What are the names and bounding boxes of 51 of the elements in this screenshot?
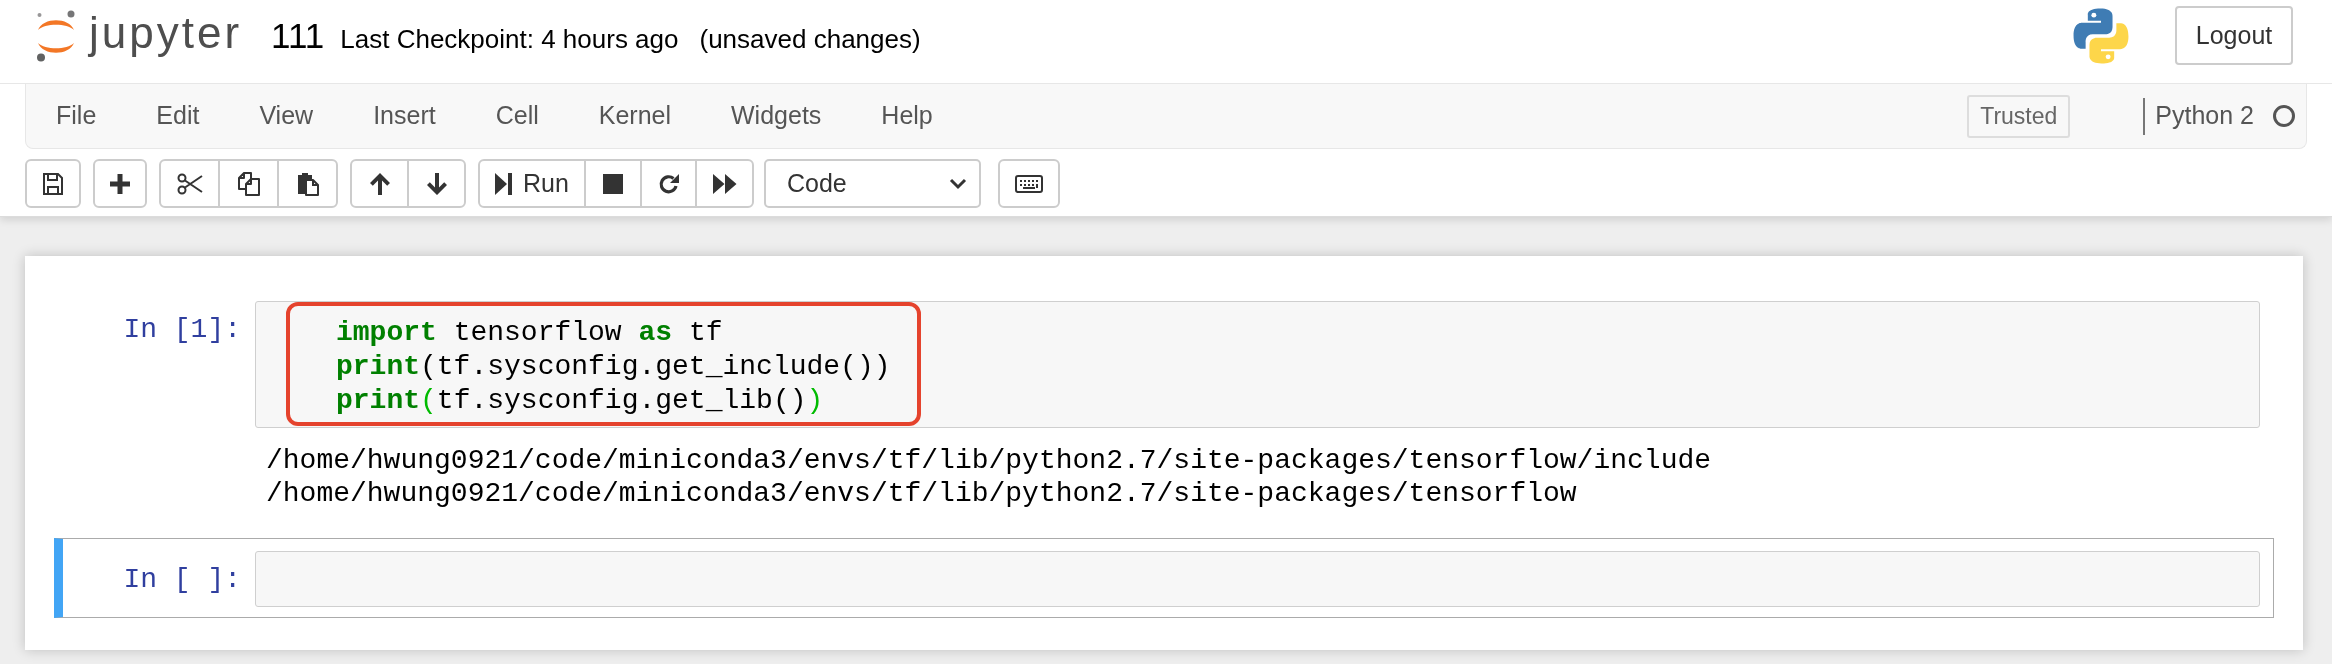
menu-item[interactable]: Insert: [343, 84, 466, 148]
insert-cell-button[interactable]: [93, 159, 147, 208]
menu-item[interactable]: File: [26, 84, 127, 148]
menu-item[interactable]: View: [229, 84, 344, 148]
plus-icon: [110, 173, 130, 194]
trusted-button[interactable]: Trusted: [1967, 94, 2071, 138]
python-logo-icon: [2073, 8, 2129, 64]
run-all-button[interactable]: [695, 159, 754, 208]
logout-button[interactable]: Logout: [2175, 6, 2293, 65]
paste-button[interactable]: [277, 159, 338, 208]
step-forward-icon: [495, 172, 513, 195]
arrow-up-icon: [369, 172, 390, 195]
logo-wordmark: jupyter: [89, 11, 243, 55]
scissors-icon: [176, 172, 203, 195]
menu-item[interactable]: Widgets: [701, 84, 852, 148]
clipboard-icon: [296, 171, 319, 196]
cell-type-select[interactable]: Code: [764, 159, 981, 208]
menu-item[interactable]: Help: [851, 84, 963, 148]
refresh-icon: [657, 172, 680, 195]
copy-icon: [237, 171, 260, 196]
autosave-status: (unsaved changes): [699, 26, 921, 52]
restart-button[interactable]: [640, 159, 697, 208]
checkpoint-status: Last Checkpoint: 4 hours ago: [340, 26, 679, 52]
keyboard-shortcuts-button[interactable]: [998, 159, 1060, 208]
move-down-button[interactable]: [407, 159, 466, 208]
input-prompt: In [ ]:: [123, 564, 241, 595]
run-button[interactable]: Run: [478, 159, 586, 208]
stop-icon: [603, 173, 623, 194]
arrow-down-icon: [426, 172, 447, 195]
code-input-field[interactable]: [255, 551, 2260, 607]
output-text: /home/hwung0921/code/miniconda3/envs/tf/lib/python2.7/site-packages/tensorflow: [266, 477, 1577, 510]
code-line: print(tf.sysconfig.get_include()): [336, 350, 891, 384]
save-button[interactable]: [25, 159, 81, 208]
logo-icon: [35, 10, 77, 62]
menu-item[interactable]: Cell: [465, 84, 569, 148]
menu-item[interactable]: Kernel: [568, 84, 701, 148]
chevron-down-icon: [949, 177, 967, 190]
keyboard-icon: [1015, 174, 1043, 193]
output-text: /home/hwung0921/code/miniconda3/envs/tf/lib/python2.7/site-packages/tensorflow/include: [266, 444, 1712, 477]
code-line: import tensorflow as tf: [336, 316, 724, 350]
copy-button[interactable]: [218, 159, 279, 208]
move-up-button[interactable]: [350, 159, 409, 208]
menu-item[interactable]: Edit: [126, 84, 230, 148]
code-line: print(tf.sysconfig.get_lib()): [336, 384, 825, 418]
cut-button[interactable]: [159, 159, 220, 208]
kernel-name: Python 2: [2155, 100, 2254, 132]
fast-forward-icon: [712, 173, 737, 194]
input-prompt: In [1]:: [123, 314, 241, 345]
notebook-name[interactable]: 111: [271, 18, 325, 53]
code-input-field[interactable]: import tensorflow as tf print(tf.sysconfig.get_include()) print(tf.sysconfig.get_lib()): [255, 301, 2260, 428]
interrupt-button[interactable]: [584, 159, 642, 208]
